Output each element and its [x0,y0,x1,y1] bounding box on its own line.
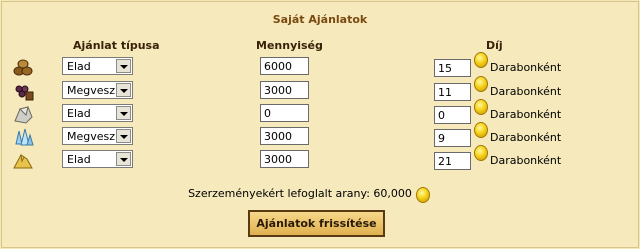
wood-icon [13,59,33,76]
quantity-input[interactable] [260,57,309,75]
offer-type-select[interactable]: Megvesz [62,127,133,145]
chevron-down-icon[interactable] [116,83,131,97]
offer-type-value: Elad [67,60,91,73]
crystal-icon [15,128,34,146]
quantity-input[interactable] [260,127,309,145]
offer-type-select[interactable]: Megvesz [62,81,133,99]
offer-type-select[interactable]: Elad [62,104,133,122]
panel-title: Saját Ajánlatok [272,13,368,26]
update-offers-button[interactable]: Ajánlatok frissítése [248,210,385,237]
price-input[interactable] [434,129,471,147]
offer-type-select[interactable]: Elad [62,150,133,168]
offer-row-wood: Elad Darabonként [2,52,638,80]
offer-type-select[interactable]: Elad [62,57,133,75]
gold-coin-icon [474,99,488,115]
offer-type-value: Elad [67,153,91,166]
price-unit-label: Darabonként [490,85,562,98]
chevron-down-icon[interactable] [116,129,131,143]
price-input[interactable] [434,152,471,170]
quantity-input[interactable] [260,150,309,168]
price-input[interactable] [434,59,471,77]
header-offer-type: Ajánlat típusa [73,39,160,52]
offer-row-sulfur: Elad Darabonként [2,145,638,173]
reserved-gold-summary: Szerzeményekért lefoglalt arany: 60,000 [2,187,616,203]
gold-coin-icon [415,187,430,203]
trade-offers-panel: Saját Ajánlatok Ajánlat típusa Mennyiség… [1,1,639,248]
gold-coin-icon [474,145,488,161]
gold-coin-icon [474,76,488,92]
sulfur-icon [13,153,33,169]
gold-coin-icon [474,52,488,68]
offer-row-wine: Megvesz Darabonként [2,76,638,104]
offer-row-crystal: Megvesz Darabonként [2,122,638,150]
header-price: Díj [486,39,503,52]
price-unit-label: Darabonként [490,61,562,74]
wine-icon [15,85,34,101]
gold-coin-icon [474,122,488,138]
quantity-input[interactable] [260,104,309,122]
chevron-down-icon[interactable] [116,152,131,166]
chevron-down-icon[interactable] [116,59,131,73]
chevron-down-icon[interactable] [116,106,131,120]
price-input[interactable] [434,106,471,124]
header-quantity: Mennyiség [256,39,323,52]
marble-icon [14,106,33,124]
reserved-gold-text: Szerzeményekért lefoglalt arany: 60,000 [188,187,412,200]
quantity-input[interactable] [260,81,309,99]
price-input[interactable] [434,83,471,101]
offer-row-marble: Elad Darabonként [2,99,638,127]
price-unit-label: Darabonként [490,108,562,121]
offer-type-value: Megvesz [67,84,116,97]
price-unit-label: Darabonként [490,154,562,167]
price-unit-label: Darabonként [490,131,562,144]
offer-type-value: Megvesz [67,130,116,143]
offer-type-value: Elad [67,107,91,120]
